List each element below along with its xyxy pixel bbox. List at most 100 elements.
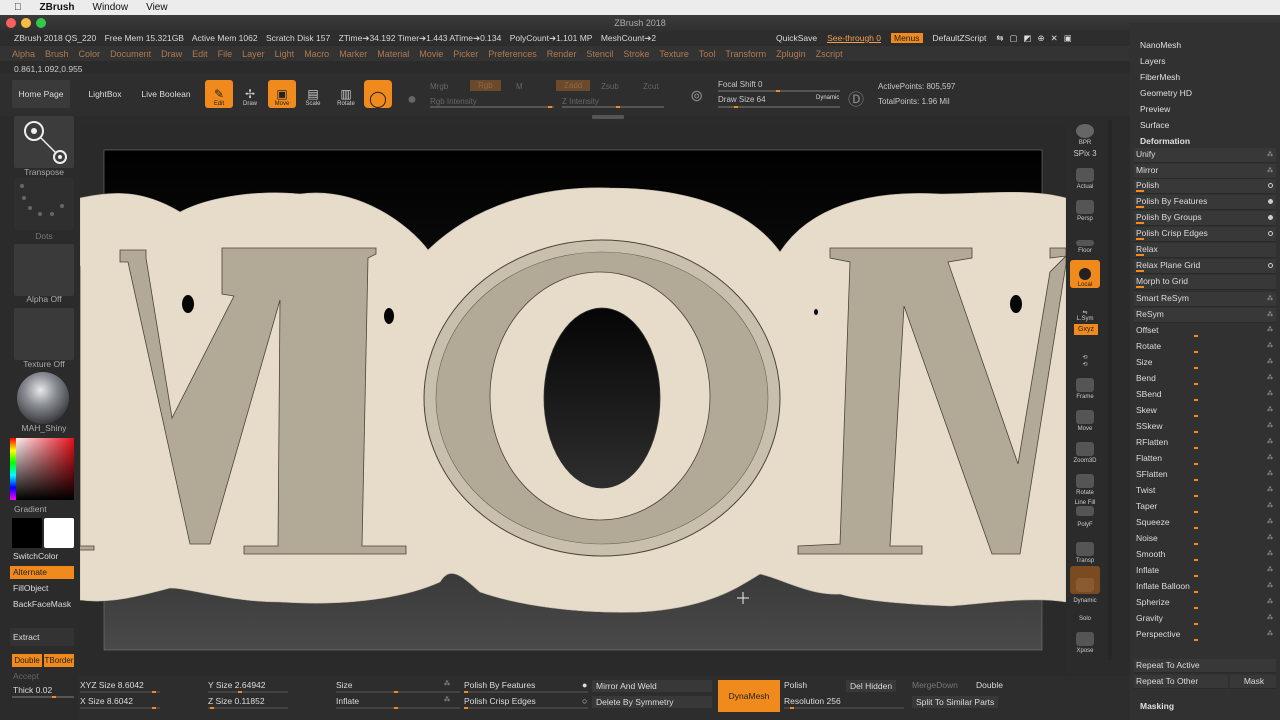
apple-icon[interactable]: : [14, 2, 22, 13]
menu-render[interactable]: Render: [547, 49, 577, 59]
axis-modifier-icon[interactable]: ⁂: [1267, 548, 1273, 561]
menu-texture[interactable]: Texture: [659, 49, 689, 59]
main-color-swatch[interactable]: [44, 518, 74, 548]
slider-knob[interactable]: [1194, 527, 1198, 529]
sculptris-button[interactable]: ◯: [364, 80, 392, 108]
axis-modifier-icon[interactable]: ⁂: [1267, 500, 1273, 513]
menu-material[interactable]: Material: [377, 49, 409, 59]
menu-picker[interactable]: Picker: [453, 49, 478, 59]
axis-modifier-icon[interactable]: ⁂: [1267, 468, 1273, 481]
zcut-toggle[interactable]: Zcut: [643, 82, 659, 91]
menu-alpha[interactable]: Alpha: [12, 49, 35, 59]
local-button[interactable]: Local: [1070, 260, 1100, 288]
deform-slider-skew[interactable]: Skew ⁂: [1134, 404, 1276, 419]
menu-zplugin[interactable]: Zplugin: [776, 49, 806, 59]
repeat-to-other-button[interactable]: Repeat To Other: [1134, 675, 1228, 689]
polish-crisp-dot-icon[interactable]: ○: [582, 696, 587, 706]
switchcolor-button[interactable]: SwitchColor: [10, 550, 74, 563]
close-window-icon[interactable]: [6, 18, 16, 28]
lightbox-button[interactable]: LightBox: [78, 80, 132, 108]
backfacemask-button[interactable]: BackFaceMask: [10, 598, 74, 611]
relax-slider[interactable]: Relax: [1134, 243, 1276, 258]
polish-by-features-slider[interactable]: Polish By Features: [1134, 195, 1276, 210]
deform-slider-sflatten[interactable]: SFlatten ⁂: [1134, 468, 1276, 483]
surface-header[interactable]: Surface: [1140, 120, 1169, 130]
zadd-toggle[interactable]: Zadd: [556, 80, 591, 91]
move-button[interactable]: ▣ Move: [268, 80, 296, 108]
geometryhd-header[interactable]: Geometry HD: [1140, 88, 1192, 98]
quicksave-button[interactable]: QuickSave: [776, 33, 817, 43]
mask-button[interactable]: Mask: [1230, 675, 1276, 689]
slider-knob[interactable]: [1194, 511, 1198, 513]
rotation-axis-buttons[interactable]: ⟲ ⟲: [1070, 338, 1100, 368]
slider-knob[interactable]: [1194, 463, 1198, 465]
deform-slider-gravity[interactable]: Gravity ⁂: [1134, 612, 1276, 627]
menu-brush[interactable]: Brush: [45, 49, 69, 59]
inflate-slider[interactable]: Inflate: [336, 696, 359, 706]
axis-modifier-icon[interactable]: ⁂: [1267, 372, 1273, 385]
slider-knob[interactable]: [1194, 351, 1198, 353]
scale-button[interactable]: ▤ Scale: [299, 80, 327, 108]
repeat-to-active-button[interactable]: Repeat To Active: [1134, 659, 1276, 673]
home-page-button[interactable]: Home Page: [12, 80, 70, 108]
deform-slider-twist[interactable]: Twist ⁂: [1134, 484, 1276, 499]
texture-button[interactable]: [14, 308, 74, 360]
menu-zscript[interactable]: Zscript: [816, 49, 843, 59]
axis-modifier-icon[interactable]: ⁂: [1267, 404, 1273, 417]
polish-toggle[interactable]: Polish: [784, 680, 807, 690]
inflate-modifiers-icon[interactable]: ⁂: [444, 696, 450, 703]
deformation-header[interactable]: Deformation: [1140, 136, 1190, 146]
axis-modifier-icon[interactable]: ⁂: [1267, 564, 1273, 577]
accept-button[interactable]: Accept: [10, 670, 74, 683]
xpose-button[interactable]: Xpose: [1070, 626, 1100, 654]
split-similar-parts-button[interactable]: Split To Similar Parts: [912, 696, 999, 708]
axis-modifier-icon[interactable]: ⁂: [1267, 580, 1273, 593]
color-picker[interactable]: [12, 438, 74, 500]
slider-knob[interactable]: [1194, 591, 1198, 593]
rgb-toggle[interactable]: Rgb: [470, 80, 501, 91]
slider-knob[interactable]: [1194, 559, 1198, 561]
menu-stroke[interactable]: Stroke: [623, 49, 649, 59]
axis-modifier-icon[interactable]: ⁂: [1267, 452, 1273, 465]
secondary-color-swatch[interactable]: [12, 518, 42, 548]
axis-modifier-icon[interactable]: ⁂: [1267, 612, 1273, 625]
axis-modifier-icon[interactable]: ⁂: [1267, 324, 1273, 337]
deform-slider-bend[interactable]: Bend ⁂: [1134, 372, 1276, 387]
deform-slider-inflate[interactable]: Inflate ⁂: [1134, 564, 1276, 579]
hue-strip[interactable]: [10, 438, 16, 500]
mirror-and-weld-button[interactable]: Mirror And Weld: [592, 680, 712, 692]
focal-shift-slider[interactable]: Focal Shift 0: [718, 80, 762, 89]
menu-edit[interactable]: Edit: [192, 49, 208, 59]
deform-slider-rflatten[interactable]: RFlatten ⁂: [1134, 436, 1276, 451]
slider-knob[interactable]: [1194, 479, 1198, 481]
m-toggle[interactable]: M: [516, 82, 523, 91]
transpose-button[interactable]: [14, 116, 74, 168]
slider-knob[interactable]: [1194, 543, 1198, 545]
dynamesh-button[interactable]: DynaMesh: [718, 680, 780, 712]
delete-by-symmetry-button[interactable]: Delete By Symmetry: [592, 696, 712, 708]
preview-header[interactable]: Preview: [1140, 104, 1170, 114]
alternate-button[interactable]: Alternate: [10, 566, 74, 579]
deform-slider-squeeze[interactable]: Squeeze ⁂: [1134, 516, 1276, 531]
menu-color[interactable]: Color: [79, 49, 101, 59]
double-toggle[interactable]: Double: [12, 654, 42, 667]
minimize-window-icon[interactable]: [21, 18, 31, 28]
material-button[interactable]: [14, 370, 74, 426]
fibermesh-header[interactable]: FiberMesh: [1140, 72, 1180, 82]
persp-button[interactable]: Persp: [1070, 194, 1100, 222]
menu-tool[interactable]: Tool: [699, 49, 716, 59]
axis-modifier-icon[interactable]: ⁂: [1267, 532, 1273, 545]
menu-transform[interactable]: Transform: [725, 49, 766, 59]
del-hidden-button[interactable]: Del Hidden: [846, 680, 897, 692]
slider-knob[interactable]: [1194, 335, 1198, 337]
axis-modifier-icon[interactable]: ⁂: [1267, 436, 1273, 449]
menu-stencil[interactable]: Stencil: [586, 49, 613, 59]
menu-document[interactable]: Document: [110, 49, 151, 59]
slider-knob[interactable]: [1194, 431, 1198, 433]
x-size-slider[interactable]: X Size 8.6042: [80, 696, 133, 706]
y-size-slider[interactable]: Y Size 2.64942: [208, 680, 266, 690]
menu-preferences[interactable]: Preferences: [488, 49, 537, 59]
slider-knob[interactable]: [1194, 399, 1198, 401]
menu-file[interactable]: File: [218, 49, 233, 59]
zscript-button[interactable]: DefaultZScript: [933, 33, 987, 43]
